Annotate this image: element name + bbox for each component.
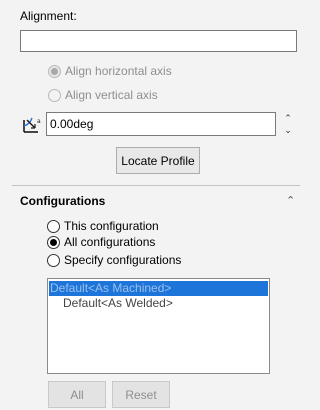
specify-configurations-label: Specify configurations [64,253,182,267]
configurations-listbox[interactable]: Default<As Machined> Default<As Welded> [47,278,270,374]
align-vertical-radio[interactable] [48,88,61,102]
configurations-title: Configurations [20,194,106,208]
this-configuration-radio[interactable] [47,219,60,233]
svg-text:a: a [37,118,41,125]
this-configuration-option[interactable]: This configuration [47,219,159,233]
chevron-up-icon[interactable]: ⌃ [286,194,295,207]
align-horizontal-axis-option[interactable]: Align horizontal axis [48,64,172,78]
angle-icon: a [22,116,42,134]
align-vertical-label: Align vertical axis [65,88,158,102]
spin-up-icon[interactable]: ⌃ [282,112,294,124]
alignment-label: Alignment: [20,9,77,23]
all-configurations-label: All configurations [64,235,156,249]
list-item[interactable]: Default<As Machined> [49,281,268,296]
alignment-input[interactable] [20,30,297,52]
list-item[interactable]: Default<As Welded> [48,296,269,311]
specify-configurations-radio[interactable] [47,253,60,267]
align-horizontal-radio[interactable] [48,64,61,78]
this-configuration-label: This configuration [64,219,159,233]
all-configurations-option[interactable]: All configurations [47,235,155,249]
specify-configurations-option[interactable]: Specify configurations [47,253,181,267]
all-button[interactable]: All [48,381,106,408]
angle-input[interactable]: 0.00deg [46,112,276,136]
align-vertical-axis-option[interactable]: Align vertical axis [48,88,158,102]
section-divider [12,185,300,186]
spin-down-icon[interactable]: ⌄ [282,124,294,136]
reset-button[interactable]: Reset [112,381,170,408]
align-horizontal-label: Align horizontal axis [65,64,172,78]
all-configurations-radio[interactable] [47,235,60,249]
locate-profile-button[interactable]: Locate Profile [116,147,200,174]
